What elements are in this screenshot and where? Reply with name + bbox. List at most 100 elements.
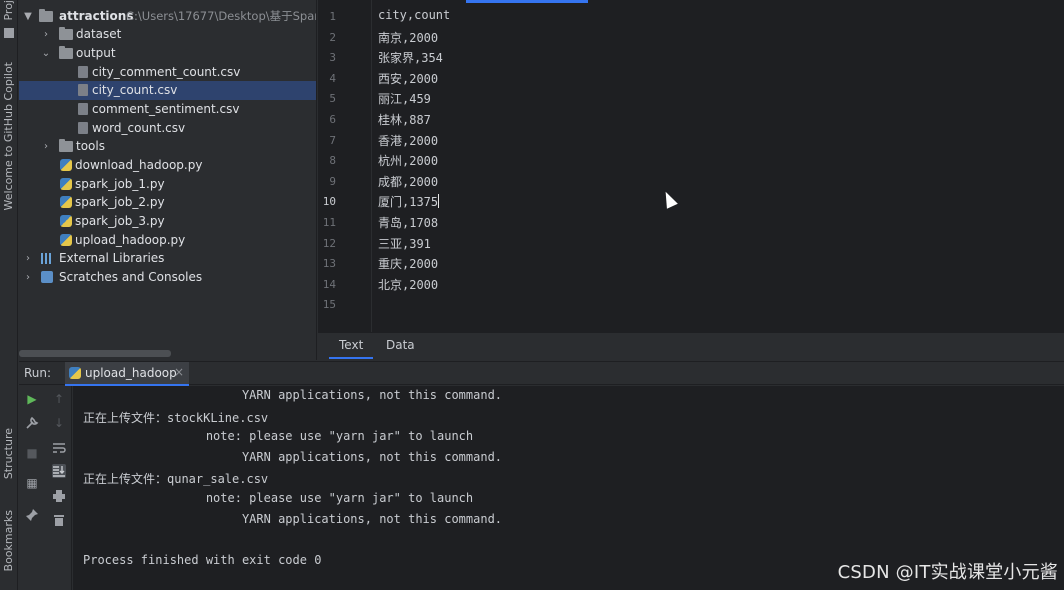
trash-icon[interactable]	[52, 513, 66, 527]
csv-file-icon	[78, 103, 88, 115]
console-line: note: please use "yarn jar" to launch	[83, 491, 474, 505]
code-line-text: 青岛,1708	[378, 216, 439, 230]
code-line-text: 厦门,1375	[378, 195, 439, 210]
code-line[interactable]: city,count	[378, 8, 450, 22]
copilot-tool-tab[interactable]: Welcome to GitHub Copilot	[2, 62, 15, 211]
wrench-icon[interactable]	[25, 416, 39, 430]
structure-tool-tab[interactable]: Structure	[2, 428, 15, 479]
console-line: YARN applications, not this command.	[83, 511, 503, 526]
line-number: 3	[329, 51, 336, 65]
code-line[interactable]: 青岛,1708	[378, 214, 438, 231]
chevron-right-icon[interactable]: ›	[41, 137, 51, 156]
chevron-right-icon[interactable]: ›	[23, 268, 33, 287]
stop-icon[interactable]: ■	[25, 446, 39, 460]
tree-item-label: spark_job_1.py	[75, 177, 165, 191]
scroll-to-end-icon[interactable]	[52, 464, 66, 478]
folder-icon	[59, 46, 73, 59]
line-number: 2	[329, 30, 336, 44]
code-line[interactable]: 重庆,2000	[378, 255, 438, 272]
code-line-text: 三亚,391	[378, 236, 431, 251]
tree-item-label: city_count.csv	[92, 83, 178, 97]
tab-data[interactable]: Data	[376, 333, 425, 359]
code-line-text: 西安,2000	[378, 71, 439, 86]
line-number: 15	[322, 298, 336, 312]
tree-item-city-comment-count[interactable]: city_comment_count.csv	[19, 63, 316, 82]
code-line[interactable]: 西安,2000	[378, 70, 438, 87]
tree-item-spark-job-3[interactable]: spark_job_3.py	[19, 212, 316, 231]
line-number: 8	[329, 154, 336, 168]
arrow-up-icon[interactable]: ↑	[52, 392, 66, 406]
tree-root-attractions[interactable]: ▼ attractions C:\Users\17677\Desktop\基于S…	[19, 7, 317, 26]
tree-item-upload-hadoop[interactable]: upload_hadoop.py	[19, 231, 316, 250]
code-line-text: 南京,2000	[378, 30, 439, 45]
tree-root-path: C:\Users\17677\Desktop\基于Spark的	[126, 9, 317, 23]
code-line[interactable]: 桂林,887	[378, 111, 431, 128]
code-line[interactable]: 杭州,2000	[378, 152, 438, 169]
tree-item-download-hadoop[interactable]: download_hadoop.py	[19, 156, 316, 175]
project-horizontal-scrollbar[interactable]	[19, 350, 171, 357]
run-tab-label: upload_hadoop	[85, 366, 177, 380]
code-line[interactable]: 成都,2000	[378, 173, 438, 190]
tree-item-output[interactable]: ⌄ output	[19, 44, 316, 63]
python-file-icon	[60, 196, 72, 208]
chevron-down-icon[interactable]: ⌄	[41, 44, 51, 63]
code-line-text: 香港,2000	[378, 133, 439, 148]
console-line: 正在上传文件：qunar_sale.csv	[83, 472, 269, 487]
line-number: 6	[329, 113, 336, 126]
line-number: 4	[329, 71, 336, 85]
code-line[interactable]: 北京,2000	[378, 276, 438, 293]
bookmarks-tool-tab[interactable]: Bookmarks	[2, 510, 15, 571]
pin-icon[interactable]	[25, 508, 39, 522]
run-tab-upload-hadoop[interactable]: upload_hadoop ×	[65, 362, 189, 386]
tree-item-tools[interactable]: › tools	[19, 137, 316, 156]
tree-item-city-count[interactable]: city_count.csv	[19, 81, 316, 100]
tree-item-word-count[interactable]: word_count.csv	[19, 119, 316, 138]
code-line[interactable]: 丽江,459	[378, 90, 431, 107]
tree-item-external-libraries[interactable]: › External Libraries	[19, 249, 316, 268]
tree-item-scratches[interactable]: › Scratches and Consoles	[19, 268, 316, 287]
left-tool-strip: Proj Welcome to GitHub Copilot Structure…	[0, 0, 18, 590]
code-line[interactable]: 厦门,1375	[378, 193, 440, 210]
tree-item-label: External Libraries	[59, 251, 165, 265]
tree-item-label: word_count.csv	[92, 121, 186, 135]
rerun-icon[interactable]: ▶	[25, 392, 39, 406]
tree-item-label: dataset	[76, 27, 122, 41]
tree-item-comment-sentiment[interactable]: comment_sentiment.csv	[19, 100, 316, 119]
chevron-down-icon[interactable]: ▼	[23, 7, 33, 26]
line-number: 11	[322, 216, 336, 229]
tree-item-dataset[interactable]: › dataset	[19, 25, 316, 44]
code-line[interactable]: 香港,2000	[378, 132, 438, 149]
soft-wrap-icon[interactable]	[52, 441, 66, 455]
python-file-icon	[60, 215, 72, 227]
run-label: Run:	[24, 366, 52, 380]
code-line-text: 桂林,887	[378, 113, 431, 127]
project-tool-tab[interactable]: Proj	[2, 0, 15, 21]
code-line-text: 张家界,354	[378, 51, 443, 66]
tree-item-spark-job-2[interactable]: spark_job_2.py	[19, 193, 316, 212]
arrow-down-icon[interactable]: ↓	[52, 416, 66, 430]
close-icon[interactable]: ×	[174, 365, 184, 379]
line-number: 13	[322, 257, 336, 271]
code-line[interactable]: 张家界,354	[378, 49, 443, 66]
code-line-text: 丽江,459	[378, 92, 431, 107]
csv-file-icon	[78, 84, 88, 96]
folder-icon[interactable]	[4, 28, 14, 38]
chevron-right-icon[interactable]: ›	[41, 25, 51, 44]
line-number: 5	[329, 92, 336, 106]
tree-item-label: Scratches and Consoles	[59, 270, 203, 284]
tree-item-label: spark_job_2.py	[75, 195, 165, 209]
run-panel-header: Run: upload_hadoop ×	[19, 361, 1064, 386]
tree-item-spark-job-1[interactable]: spark_job_1.py	[19, 175, 316, 194]
folder-icon	[39, 9, 53, 22]
tree-item-label: download_hadoop.py	[75, 158, 203, 172]
code-editor[interactable]: 1 2 3 4 5 6 7 8 9 10 11 12 13 14 15 city,count 南京,2000 张…	[318, 0, 1064, 332]
chevron-right-icon[interactable]: ›	[23, 249, 33, 268]
tree-item-label: spark_job_3.py	[75, 214, 165, 228]
code-line[interactable]: 南京,2000	[378, 29, 438, 46]
python-file-icon	[60, 234, 72, 246]
python-file-icon	[60, 178, 72, 190]
print-icon[interactable]	[52, 489, 66, 503]
code-line[interactable]: 三亚,391	[378, 235, 431, 252]
layout-icon[interactable]: ▦	[25, 476, 39, 490]
tab-text[interactable]: Text	[329, 333, 374, 359]
